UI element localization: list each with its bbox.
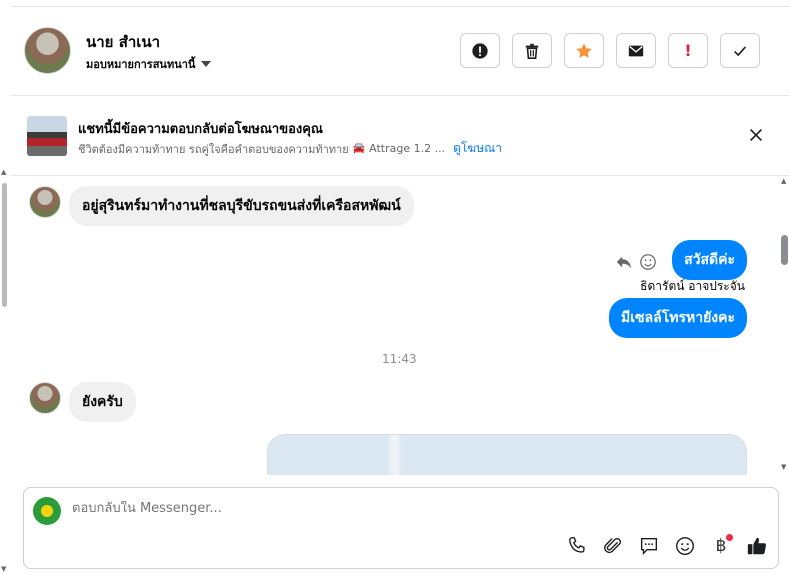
like-icon[interactable] xyxy=(746,535,768,557)
phone-icon[interactable] xyxy=(566,535,588,557)
baht-glyph: ฿ xyxy=(715,536,727,556)
ad-car-model: Attrage 1.2 ... xyxy=(369,142,446,155)
reply-icon[interactable] xyxy=(615,253,633,271)
notification-dot xyxy=(726,534,733,541)
page-agent-name: ธิดารัตน์ อาจประจัน xyxy=(640,279,745,293)
messenger-inbox-window: ▲ ▼ นาย สำเนา มอบหมายการสนทนานี้ ! แชทนี… xyxy=(0,0,789,579)
ad-reply-banner: แชทนี้มีข้อความตอบกลับต่อโฆษณาของคุณ ชีว… xyxy=(10,96,789,176)
thread-scroll-down-icon[interactable]: ▼ xyxy=(781,463,786,471)
delete-button[interactable] xyxy=(512,33,552,68)
outgoing-image-attachment[interactable] xyxy=(267,434,747,475)
outgoing-message[interactable]: สวัสดีค่ะ xyxy=(672,240,747,280)
exclamation-icon: ! xyxy=(684,41,692,60)
star-button[interactable] xyxy=(564,33,604,68)
mail-icon xyxy=(628,45,644,56)
customer-avatar[interactable] xyxy=(29,382,61,414)
composer-tools: ฿ xyxy=(566,534,768,557)
mark-done-button[interactable] xyxy=(720,33,760,68)
star-icon xyxy=(576,42,592,58)
paperclip-icon[interactable] xyxy=(602,535,624,557)
scroll-up-arrow-icon[interactable]: ▲ xyxy=(1,168,6,176)
message-tools xyxy=(615,253,657,271)
header-actions: ! xyxy=(460,33,760,68)
ad-banner-subtitle: ชีวิตต้องมีความท้าทาย รถคู่ใจคือคำตอบของ… xyxy=(78,139,502,158)
contact-name[interactable]: นาย สำเนา xyxy=(86,30,160,54)
reply-input[interactable] xyxy=(72,501,572,516)
assign-label: มอบหมายการสนทนานี้ xyxy=(86,58,196,71)
caret-down-icon xyxy=(201,61,212,67)
view-ad-link[interactable]: ดูโฆษณา xyxy=(453,139,502,158)
scroll-down-arrow-icon[interactable]: ▼ xyxy=(1,565,6,573)
follow-up-button[interactable]: ! xyxy=(668,33,708,68)
contact-avatar[interactable] xyxy=(24,27,71,74)
page-avatar xyxy=(33,497,61,525)
baht-icon[interactable]: ฿ xyxy=(710,534,733,556)
check-icon xyxy=(734,45,747,56)
emoji-icon[interactable] xyxy=(674,535,696,557)
outgoing-message[interactable]: มีเซลล์โทรหายังคะ xyxy=(609,298,747,338)
conversation-header: นาย สำเนา มอบหมายการสนทนานี้ ! xyxy=(10,7,789,96)
ad-thumbnail[interactable] xyxy=(27,116,67,156)
incoming-message[interactable]: อยู่สุรินทร์มาทำงานที่ชลบุรีขับรถขนส่งที… xyxy=(69,186,414,226)
message-timestamp: 11:43 xyxy=(382,352,417,366)
outer-scrollbar[interactable]: ▲ ▼ xyxy=(0,0,10,579)
assign-conversation-dropdown[interactable]: มอบหมายการสนทนานี้ xyxy=(86,55,212,73)
thread-scroll-up-icon[interactable]: ▲ xyxy=(781,177,786,185)
trash-icon xyxy=(525,43,539,59)
car-icon: 🚘 xyxy=(352,143,366,154)
thread-scrollbar[interactable]: ▲ ▼ xyxy=(780,177,789,475)
mark-unread-button[interactable] xyxy=(616,33,656,68)
emoji-reaction-icon[interactable] xyxy=(639,253,657,271)
customer-avatar[interactable] xyxy=(29,186,61,218)
mark-spam-button[interactable] xyxy=(460,33,500,68)
outer-scrollbar-thumb[interactable] xyxy=(2,183,7,307)
thread-scrollbar-thumb[interactable] xyxy=(781,235,788,265)
close-icon[interactable] xyxy=(747,126,765,144)
chat-icon[interactable] xyxy=(638,535,660,557)
ad-banner-title: แชทนี้มีข้อความตอบกลับต่อโฆษณาของคุณ xyxy=(78,122,323,137)
incoming-message[interactable]: ยังครับ xyxy=(69,382,136,422)
message-thread[interactable]: อยู่สุรินทร์มาทำงานที่ชลบุรีขับรถขนส่งที… xyxy=(10,177,780,475)
reply-composer: ฿ xyxy=(23,487,779,569)
ad-subtitle-text: ชีวิตต้องมีความท้าทาย รถคู่ใจคือคำตอบของ… xyxy=(78,142,349,156)
alert-icon xyxy=(472,42,488,59)
